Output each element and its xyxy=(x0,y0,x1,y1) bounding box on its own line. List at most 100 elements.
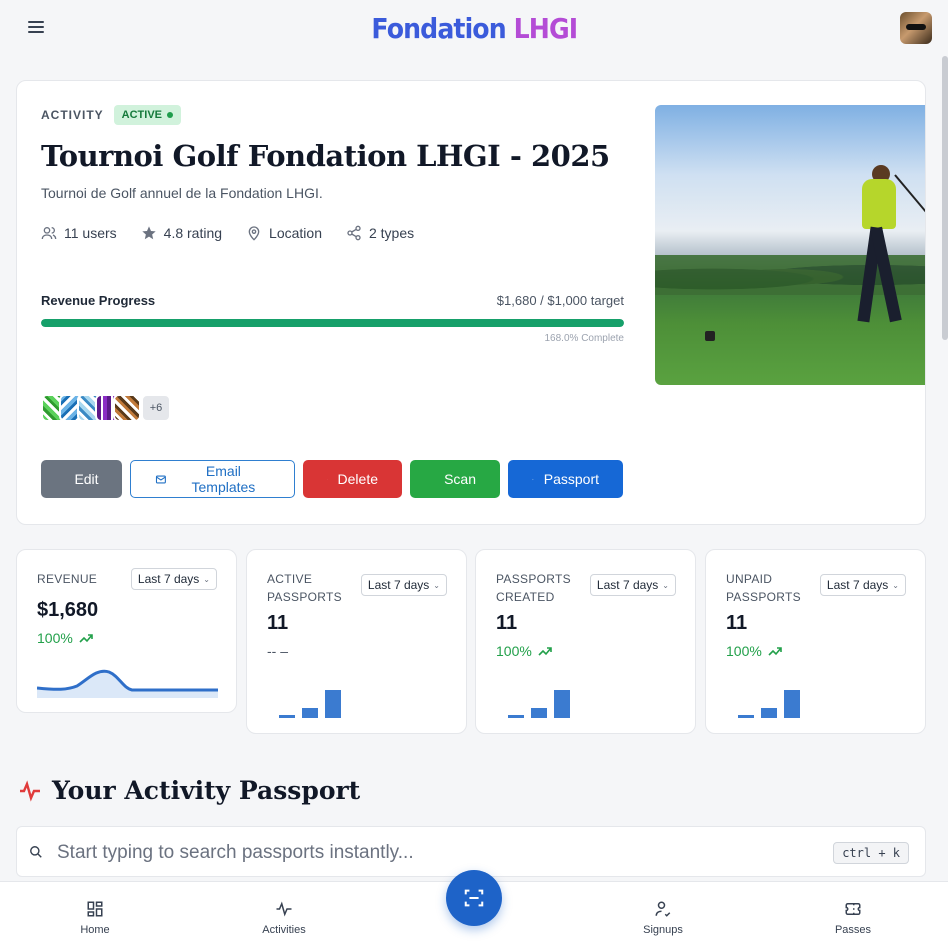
activity-description: Tournoi de Golf annuel de la Fondation L… xyxy=(41,185,323,201)
range-select[interactable]: Last 7 days ⌄ xyxy=(130,568,217,590)
stat-delta: 100% xyxy=(726,643,782,659)
hamburger-menu-icon[interactable] xyxy=(26,18,46,38)
stat-bar xyxy=(554,690,570,718)
revenue-stat-card: REVENUE Last 7 days ⌄ $1,680 100% xyxy=(16,549,237,713)
types-count: 2 types xyxy=(368,225,415,241)
golf-bag xyxy=(705,331,715,341)
stat-label: UNPAID PASSPORTS xyxy=(726,572,801,604)
revenue-progress-header: Revenue Progress $1,680 / $1,000 target xyxy=(41,293,624,308)
passports-created-stat-card: PASSPORTS CREATED Last 7 days ⌄ 11 100% xyxy=(475,549,696,734)
grid-icon xyxy=(87,901,103,917)
range-select[interactable]: Last 7 days ⌄ xyxy=(819,574,906,596)
nav-signups[interactable]: Signups xyxy=(623,900,703,936)
revenue-percent-note: 168.0% Complete xyxy=(544,333,625,344)
chevron-down-icon: ⌄ xyxy=(433,580,440,590)
range-value: Last 7 days xyxy=(596,578,659,592)
add-passport-button[interactable]: Passport xyxy=(508,460,623,498)
stat-delta: -- – xyxy=(267,643,288,659)
stat-bar xyxy=(761,707,777,718)
action-buttons: Edit Email Templates Delete Scan Passpor… xyxy=(41,460,624,498)
stat-label: ACTIVE PASSPORTS xyxy=(267,572,342,604)
edit-button[interactable]: Edit xyxy=(41,460,122,498)
pulse-icon xyxy=(276,901,292,917)
email-templates-label: Email Templates xyxy=(191,463,256,495)
user-avatar[interactable] xyxy=(900,12,932,44)
nav-signups-label: Signups xyxy=(643,924,683,936)
search-input[interactable] xyxy=(57,827,817,878)
more-participants-badge[interactable]: +6 xyxy=(141,394,171,422)
location-pin-icon xyxy=(248,226,260,241)
nav-home-label: Home xyxy=(80,924,110,936)
scan-icon xyxy=(464,889,484,907)
range-select[interactable]: Last 7 days ⌄ xyxy=(589,574,676,596)
scan-button[interactable]: Scan xyxy=(410,460,500,498)
status-dot-icon xyxy=(167,112,174,118)
activity-label: ACTIVITY xyxy=(41,108,104,122)
user-check-icon xyxy=(655,901,671,917)
brand-logo[interactable]: Fondation LHGI xyxy=(371,11,578,45)
trash-icon xyxy=(327,478,328,480)
rating-value: 4.8 rating xyxy=(163,225,223,241)
chevron-down-icon: ⌄ xyxy=(892,580,899,590)
nav-passes[interactable]: Passes xyxy=(813,900,893,936)
location-meta: Location xyxy=(246,225,322,241)
participant-avatars[interactable]: +6 xyxy=(41,394,624,422)
stat-bar xyxy=(279,714,295,718)
activity-pulse-icon xyxy=(20,779,40,802)
nav-activities[interactable]: Activities xyxy=(244,900,324,936)
edit-label: Edit xyxy=(74,471,99,487)
rating-meta: 4.8 rating xyxy=(141,225,222,241)
revenue-progress-fill xyxy=(41,319,624,327)
range-value: Last 7 days xyxy=(826,578,889,592)
delete-label: Delete xyxy=(337,471,378,487)
delta-value: 100% xyxy=(726,643,762,659)
stat-delta: 100% xyxy=(37,630,93,646)
star-icon xyxy=(142,226,156,240)
stat-label: REVENUE xyxy=(37,572,98,586)
stat-value: 11 xyxy=(496,612,518,634)
stat-delta: 100% xyxy=(496,643,552,659)
keyboard-shortcut-hint: ctrl + k xyxy=(833,842,909,864)
passport-section-header: Your Activity Passport xyxy=(18,776,360,805)
section-title: Your Activity Passport xyxy=(52,776,361,805)
trend-up-icon xyxy=(768,647,782,656)
share-icon xyxy=(347,225,361,241)
delta-value: 100% xyxy=(496,643,532,659)
stat-bar xyxy=(784,690,800,718)
delta-value: -- – xyxy=(267,643,288,659)
status-badge: ACTIVE xyxy=(113,105,182,125)
active-passports-stat-card: ACTIVE PASSPORTS Last 7 days ⌄ 11 -- – xyxy=(246,549,467,734)
stat-label: PASSPORTS CREATED xyxy=(496,572,571,604)
users-icon xyxy=(41,227,57,240)
scrollbar[interactable] xyxy=(942,56,948,340)
chevron-down-icon: ⌄ xyxy=(662,580,669,590)
activity-meta: 11 users 4.8 rating Location 2 types xyxy=(41,225,624,241)
trend-up-icon xyxy=(79,634,93,643)
mail-icon xyxy=(155,475,166,483)
top-bar: Fondation LHGI xyxy=(0,0,948,56)
stat-value: 11 xyxy=(726,612,748,634)
brand-text-1: Fondation xyxy=(371,11,506,45)
email-templates-button[interactable]: Email Templates xyxy=(130,460,295,498)
brand-text-2: LHGI xyxy=(513,11,578,45)
chevron-down-icon: ⌄ xyxy=(203,574,210,584)
participant-avatar[interactable] xyxy=(113,394,141,422)
delete-button[interactable]: Delete xyxy=(303,460,402,498)
scan-fab-button[interactable] xyxy=(446,870,502,926)
range-select[interactable]: Last 7 days ⌄ xyxy=(360,574,447,596)
ticket-icon xyxy=(845,903,861,915)
location-text: Location xyxy=(269,225,322,241)
stat-value: $1,680 xyxy=(37,599,99,621)
delta-value: 100% xyxy=(37,630,73,646)
range-value: Last 7 days xyxy=(367,578,430,592)
stat-bars xyxy=(508,688,598,718)
golfer-figure xyxy=(850,165,925,335)
activity-card: ACTIVITY ACTIVE Tournoi Golf Fondation L… xyxy=(16,80,926,525)
status-text: ACTIVE xyxy=(121,109,163,121)
revenue-progress-value: $1,680 / $1,000 target xyxy=(496,293,624,308)
stat-bars xyxy=(279,688,369,718)
range-value: Last 7 days xyxy=(137,572,200,586)
activity-title: Tournoi Golf Fondation LHGI - 2025 xyxy=(41,139,610,173)
nav-home[interactable]: Home xyxy=(55,900,135,936)
plus-icon xyxy=(532,478,534,480)
